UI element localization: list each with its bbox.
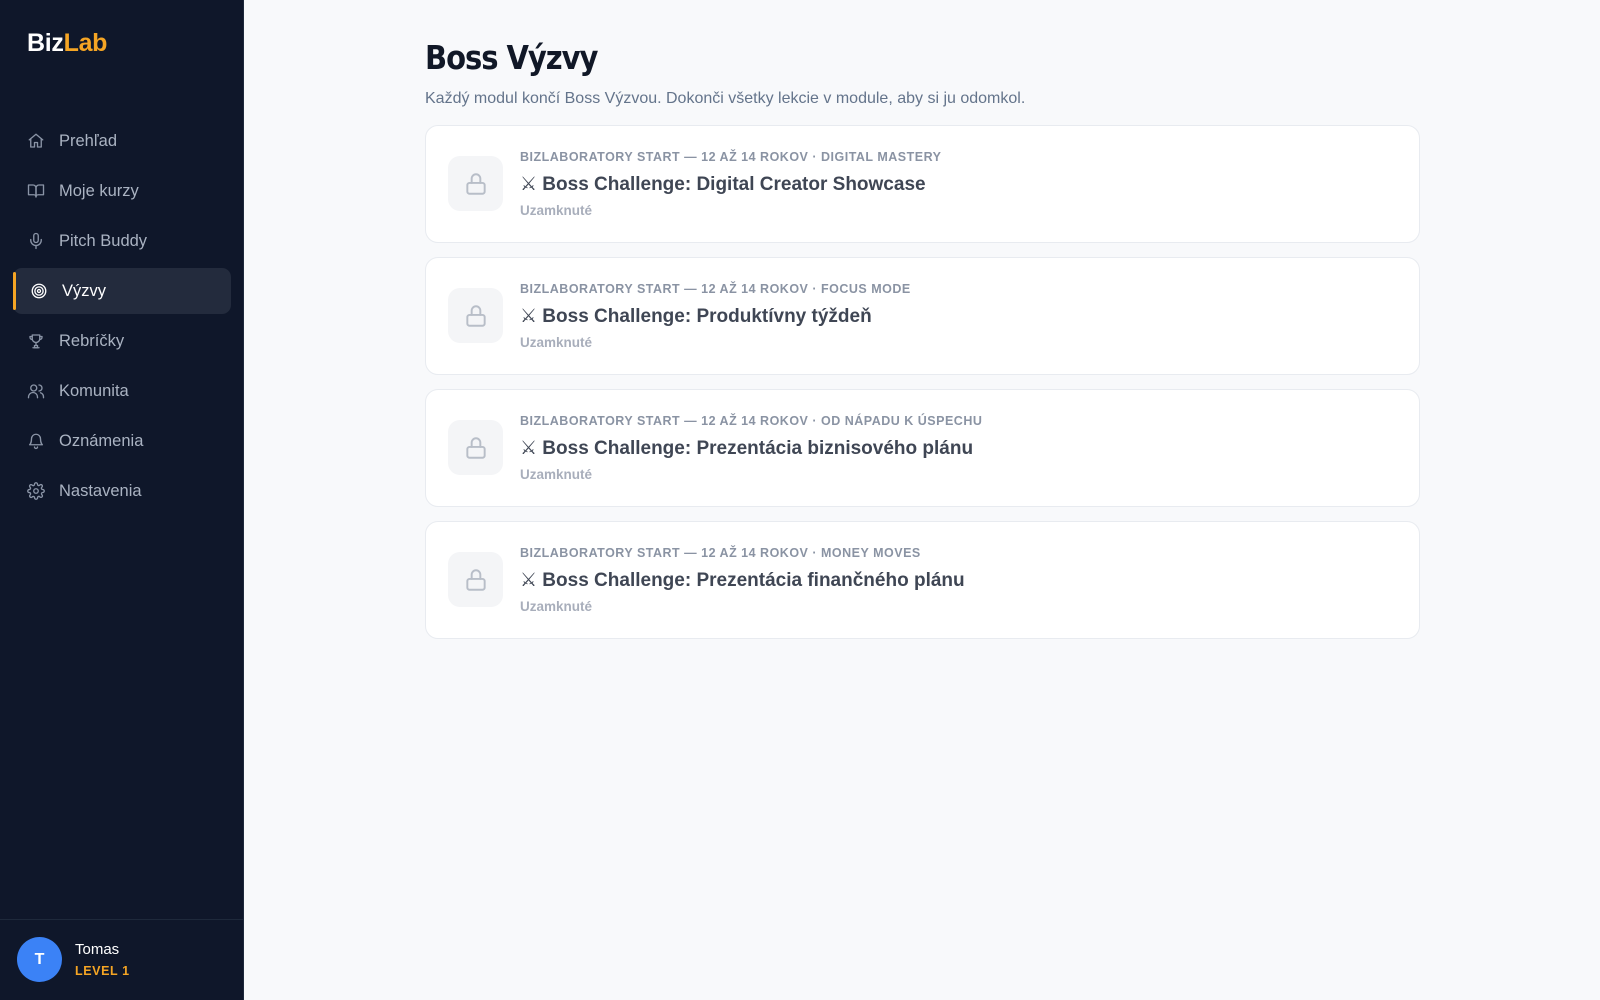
challenge-title: ⚔ Boss Challenge: Prezentácia biznisovéh… [520,438,974,459]
challenge-title: ⚔ Boss Challenge: Produktívny týždeň [520,306,872,327]
challenge-title: ⚔ Boss Challenge: Prezentácia finančného… [520,570,965,591]
lock-icon [448,420,503,475]
avatar[interactable]: T [17,937,62,982]
target-icon [30,282,48,300]
trophy-icon [27,332,45,350]
challenge-meta: BIZLABORATORY START — 12 AŽ 14 ROKOV · O… [520,414,983,428]
challenge-list: BIZLABORATORY START — 12 AŽ 14 ROKOV · D… [425,125,1420,639]
sidebar-item-pitch-buddy[interactable]: Pitch Buddy [13,218,231,264]
bell-icon [27,432,45,450]
challenge-meta: BIZLABORATORY START — 12 AŽ 14 ROKOV · D… [520,150,942,164]
brand-logo-part1: Biz [27,29,64,57]
challenge-card[interactable]: BIZLABORATORY START — 12 AŽ 14 ROKOV · F… [425,257,1420,375]
sidebar-item-label: Výzvy [62,281,107,300]
microphone-icon [27,232,45,250]
sidebar-item-label: Nastavenia [59,481,142,500]
challenge-card[interactable]: BIZLABORATORY START — 12 AŽ 14 ROKOV · O… [425,389,1420,507]
brand-logo[interactable]: BizLab [27,29,107,58]
sidebar-item-vyzvy[interactable]: Výzvy [13,268,231,314]
sidebar-item-moje-kurzy[interactable]: Moje kurzy [13,168,231,214]
sidebar: BizLab Prehľad Moje kurzy Pitch Buddy Vý… [0,0,244,1000]
lock-icon [448,552,503,607]
sidebar-item-label: Oznámenia [59,431,144,450]
sidebar-item-label: Komunita [59,381,129,400]
user-profile[interactable]: T Tomas LEVEL 1 [0,919,244,1000]
challenge-status: Uzamknuté [520,467,593,482]
sidebar-item-oznamenia[interactable]: Oznámenia [13,418,231,464]
challenge-title: ⚔ Boss Challenge: Digital Creator Showca… [520,174,926,195]
brand-logo-part2: Lab [63,29,108,57]
main-content: Boss Výzvy Každý modul končí Boss Výzvou… [425,38,1420,653]
user-level-badge: LEVEL 1 [75,964,130,978]
sidebar-nav: Prehľad Moje kurzy Pitch Buddy Výzvy Reb… [13,118,231,518]
users-icon [27,382,45,400]
user-name: Tomas [75,941,120,958]
home-icon [27,132,45,150]
sidebar-item-label: Prehľad [59,131,118,150]
lock-icon [448,288,503,343]
challenge-meta: BIZLABORATORY START — 12 AŽ 14 ROKOV · M… [520,546,921,560]
challenge-status: Uzamknuté [520,599,593,614]
challenge-meta: BIZLABORATORY START — 12 AŽ 14 ROKOV · F… [520,282,911,296]
sidebar-item-nastavenia[interactable]: Nastavenia [13,468,231,514]
gear-icon [27,482,45,500]
page-title: Boss Výzvy [425,38,598,77]
sidebar-item-komunita[interactable]: Komunita [13,368,231,414]
challenge-card[interactable]: BIZLABORATORY START — 12 AŽ 14 ROKOV · M… [425,521,1420,639]
challenge-status: Uzamknuté [520,335,593,350]
book-icon [27,182,45,200]
sidebar-item-label: Moje kurzy [59,181,139,200]
lock-icon [448,156,503,211]
sidebar-item-label: Rebríčky [59,331,125,350]
page-subtitle: Každý modul končí Boss Výzvou. Dokonči v… [425,90,1026,107]
sidebar-item-label: Pitch Buddy [59,231,148,250]
sidebar-item-rebricky[interactable]: Rebríčky [13,318,231,364]
challenge-card[interactable]: BIZLABORATORY START — 12 AŽ 14 ROKOV · D… [425,125,1420,243]
sidebar-item-prehlad[interactable]: Prehľad [13,118,231,164]
challenge-status: Uzamknuté [520,203,593,218]
